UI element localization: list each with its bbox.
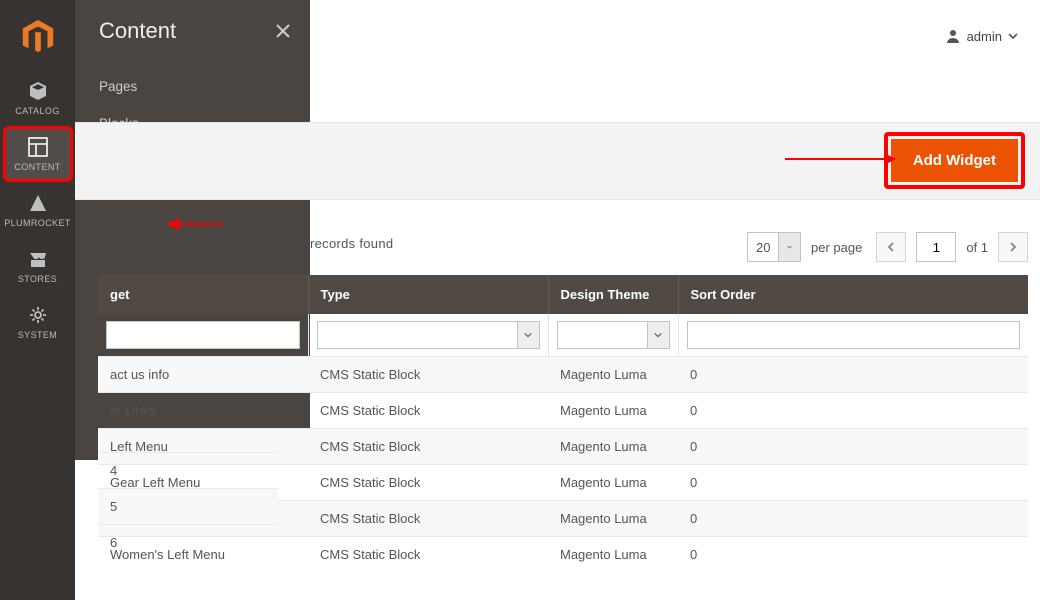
pager-of-label: of 1 — [966, 240, 988, 255]
table-cell-sort: 0 — [678, 357, 1028, 393]
sidebar-item-label: CATALOG — [15, 106, 59, 116]
table-cell-sort: 0 — [678, 465, 1028, 501]
add-widget-highlight: Add Widget — [884, 132, 1025, 189]
chevron-down-icon — [778, 233, 800, 261]
table-cell-widget: act us info — [98, 357, 308, 393]
table-cell-type: CMS Static Block — [308, 393, 548, 429]
chevron-down-icon — [647, 322, 669, 348]
pyramid-icon — [27, 192, 49, 214]
column-header-sort[interactable]: Sort Order — [678, 275, 1028, 314]
table-cell-theme: Magento Luma — [548, 393, 678, 429]
table-cell-sort: 0 — [678, 393, 1028, 429]
column-header-theme[interactable]: Design Theme — [548, 275, 678, 314]
chevron-down-icon — [1008, 31, 1018, 41]
admin-account-menu[interactable]: admin — [945, 28, 1018, 44]
sidebar-item-label: CONTENT — [14, 162, 60, 172]
table-cell-theme: Magento Luma — [548, 537, 678, 573]
table-cell-theme: Magento Luma — [548, 429, 678, 465]
storefront-icon — [27, 248, 49, 270]
table-cell-theme: Magento Luma — [548, 465, 678, 501]
sidebar-item-system[interactable]: SYSTEM — [3, 294, 73, 350]
layout-icon — [27, 136, 49, 158]
per-page-value: 20 — [748, 240, 778, 255]
id-column-visible-tail: 4 5 6 — [98, 452, 278, 560]
admin-account-label: admin — [967, 29, 1002, 44]
cube-icon — [27, 80, 49, 102]
table-row[interactable]: act us infoCMS Static BlockMagento Luma0 — [98, 357, 1028, 393]
annotation-arrow-add-widget — [785, 158, 895, 160]
user-icon — [945, 28, 961, 44]
table-cell-type: CMS Static Block — [308, 501, 548, 537]
column-header-widget[interactable]: get — [98, 275, 308, 314]
grid-toolbar: 20 per page of 1 — [747, 232, 1028, 262]
pager-page-input[interactable] — [916, 232, 956, 262]
table-cell-id: 6 — [98, 524, 278, 560]
table-cell-type: CMS Static Block — [308, 429, 548, 465]
add-widget-button[interactable]: Add Widget — [891, 139, 1018, 182]
filter-widget-input[interactable] — [106, 321, 300, 349]
flyout-title: Content — [99, 18, 176, 44]
table-row[interactable]: er LinksCMS Static BlockMagento Luma0 — [98, 393, 1028, 429]
admin-sidebar: CATALOG CONTENT PLUMROCKET STORES SYSTEM — [0, 0, 75, 600]
records-found-label: records found — [310, 236, 393, 251]
sidebar-item-label: SYSTEM — [18, 330, 57, 340]
sidebar-item-catalog[interactable]: CATALOG — [3, 70, 73, 126]
table-cell-sort: 0 — [678, 537, 1028, 573]
table-cell-id: 4 — [98, 452, 278, 488]
gear-icon — [27, 304, 49, 326]
filter-type-select[interactable] — [317, 321, 540, 349]
sidebar-item-stores[interactable]: STORES — [3, 238, 73, 294]
sidebar-item-plumrocket[interactable]: PLUMROCKET — [3, 182, 73, 238]
table-cell-sort: 0 — [678, 429, 1028, 465]
sidebar-item-label: STORES — [18, 274, 57, 284]
per-page-label: per page — [811, 240, 862, 255]
table-cell-id: 5 — [98, 488, 278, 524]
chevron-down-icon — [517, 322, 539, 348]
pager-next-button[interactable] — [998, 232, 1028, 262]
column-header-type[interactable]: Type — [308, 275, 548, 314]
per-page-select[interactable]: 20 — [747, 232, 801, 262]
close-icon[interactable] — [274, 22, 292, 40]
annotation-arrow-widgets — [168, 223, 222, 225]
sidebar-item-content[interactable]: CONTENT — [3, 126, 73, 182]
table-cell-type: CMS Static Block — [308, 537, 548, 573]
table-cell-theme: Magento Luma — [548, 501, 678, 537]
magento-logo-icon — [19, 18, 57, 56]
sidebar-item-label: PLUMROCKET — [4, 218, 71, 228]
table-cell-widget: er Links — [98, 393, 308, 429]
filter-sort-input[interactable] — [687, 321, 1021, 349]
filter-theme-select[interactable] — [557, 321, 670, 349]
pager-prev-button[interactable] — [876, 232, 906, 262]
table-cell-type: CMS Static Block — [308, 465, 548, 501]
table-cell-type: CMS Static Block — [308, 357, 548, 393]
flyout-item-pages[interactable]: Pages — [75, 68, 310, 105]
table-cell-theme: Magento Luma — [548, 357, 678, 393]
table-cell-sort: 0 — [678, 501, 1028, 537]
